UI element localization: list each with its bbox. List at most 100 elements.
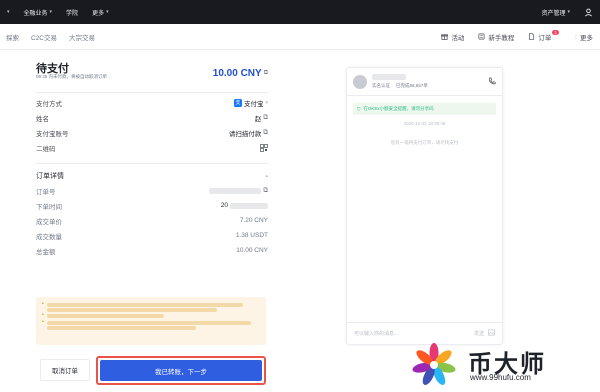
image-upload-icon[interactable] xyxy=(488,329,495,338)
trades-count: 已完成88,657单 xyxy=(396,83,428,88)
account-row: 支付宝账号 请扫描付款 ⧉ xyxy=(36,125,268,140)
nav-item-more-label: 更多 xyxy=(92,10,105,17)
alipay-icon: 支 xyxy=(233,98,242,107)
notice-line: • xyxy=(42,319,260,330)
subnav-activity[interactable]: 活动 xyxy=(434,32,471,42)
notice-line: • xyxy=(42,312,260,319)
total-value: 10.00 CNY xyxy=(236,247,268,254)
sub-nav-bar: 探索 C2C交易 大宗交易 活动 新手教程 订单 1 ⁝ 更多 xyxy=(0,24,600,50)
avatar xyxy=(353,74,367,89)
nav-item-academy[interactable]: 学院 xyxy=(59,8,85,17)
subnav-orders-label: 订单 xyxy=(538,34,552,42)
order-amount: 10.00 CNY xyxy=(212,68,262,79)
flower-logo-icon xyxy=(412,343,456,385)
chat-system-message: 您有一笔待支付订单，请尽快支付 xyxy=(390,140,459,145)
shield-icon: ⛉ xyxy=(357,106,361,112)
order-time-row: 下单时间 20 xyxy=(36,198,268,213)
total-label: 总金额 xyxy=(36,248,56,256)
quantity-label: 成交数量 xyxy=(36,233,62,241)
nav-asset-management-label: 资产管理 xyxy=(541,10,566,17)
order-panel: 待支付 09:35 内未付款，将被自动取消订单 10.00 CNY ⧉ 支付方式… xyxy=(36,60,268,258)
cancel-order-button[interactable]: 取消订单 xyxy=(40,359,90,381)
nav-item-academy-label: 学院 xyxy=(66,10,79,17)
orders-badge: 1 xyxy=(552,30,559,35)
gift-icon xyxy=(441,34,449,40)
book-icon xyxy=(478,33,485,40)
order-icon xyxy=(529,33,535,40)
payment-method-label: 支付方式 xyxy=(36,100,62,108)
subnav-tutorial[interactable]: 新手教程 xyxy=(471,32,521,42)
send-button[interactable]: 发送 xyxy=(474,330,484,337)
chat-panel: 实名认证 已完成88,657单 ⛉ 在OKEx小额安全提醒，请勿分享码 2020… xyxy=(346,67,503,345)
chat-timestamp: 2020-12-03 18:39:49 xyxy=(403,121,446,126)
copy-icon[interactable]: ⧉ xyxy=(264,70,268,77)
nav-asset-management[interactable]: 资产管理 ▾ xyxy=(534,8,577,17)
copy-icon[interactable]: ⧉ xyxy=(263,114,268,122)
order-time-value: 20 xyxy=(220,202,228,209)
unit-price-row: 成交单价 7.20 CNY xyxy=(36,213,268,228)
order-no-blurred xyxy=(209,187,262,194)
chevron-down-icon: ▾ xyxy=(7,9,10,15)
phone-icon[interactable] xyxy=(488,77,496,87)
watermark-url: www.99hufu.com xyxy=(470,373,531,382)
subnav-orders[interactable]: 订单 1 xyxy=(521,30,568,42)
chevron-up-icon: ▴ xyxy=(265,172,268,179)
subnav-more-label: 更多 xyxy=(580,34,593,42)
subnav-block-trade[interactable]: 大宗交易 xyxy=(63,32,101,42)
order-no-label: 订单号 xyxy=(36,188,56,196)
countdown-timer: 09:35 内未付款，将被自动取消订单 xyxy=(36,74,108,79)
confirm-transfer-button[interactable]: 我已转账，下一步 xyxy=(100,360,262,381)
subnav-c2c[interactable]: C2C交易 xyxy=(25,32,63,42)
subnav-explore[interactable]: 探索 xyxy=(0,32,25,42)
watermark-logo: 币大师 www.99hufu.com xyxy=(410,340,590,390)
name-label: 姓名 xyxy=(36,115,49,123)
merchant-name-blurred xyxy=(372,74,406,80)
payment-method-row: 支付方式 支 支付宝 ▾ xyxy=(36,95,268,110)
payment-method-value: 支付宝 xyxy=(243,100,264,108)
divider-icon: ⁝ xyxy=(574,33,577,41)
chevron-down-icon: ▾ xyxy=(265,99,268,106)
divider xyxy=(36,163,268,164)
nav-item-finance[interactable]: 全融业务 ▾ xyxy=(17,8,60,17)
order-time-blurred xyxy=(230,202,268,209)
notice-line: • xyxy=(42,301,260,312)
total-row: 总金额 10.00 CNY xyxy=(36,243,268,258)
subnav-more[interactable]: ⁝ 更多 xyxy=(568,32,600,42)
name-row: 姓名 赵 ⧉ xyxy=(36,110,268,125)
chevron-down-icon: ▾ xyxy=(567,9,570,15)
name-value: 赵 xyxy=(254,115,262,123)
quantity-value: 1.38 USDT xyxy=(235,232,268,239)
user-icon[interactable] xyxy=(577,8,600,17)
divider xyxy=(36,92,268,93)
qr-label: 二维码 xyxy=(36,145,56,153)
order-time-label: 下单时间 xyxy=(36,203,62,211)
quantity-row: 成交数量 1.38 USDT xyxy=(36,228,268,243)
qr-code-icon[interactable] xyxy=(260,143,268,152)
unit-price-label: 成交单价 xyxy=(36,218,62,226)
nav-item-more[interactable]: 更多 ▾ xyxy=(85,8,116,17)
details-title: 订单详情 xyxy=(36,172,64,180)
nav-item-finance-label: 全融业务 xyxy=(23,10,48,17)
chat-header: 实名认证 已完成88,657单 xyxy=(347,68,502,96)
account-value: 请扫描付款 xyxy=(228,130,262,138)
warning-notice: • • • xyxy=(36,297,266,345)
confirm-button-highlight: 我已转账，下一步 xyxy=(96,356,266,385)
chevron-down-icon: ▾ xyxy=(49,9,53,15)
verified-badge: 实名认证 xyxy=(372,83,390,88)
unit-price-value: 7.20 CNY xyxy=(239,217,268,224)
payment-method-select[interactable]: 支 支付宝 ▾ xyxy=(233,98,268,108)
subnav-tutorial-label: 新手教程 xyxy=(488,34,515,42)
system-security-notice: ⛉ 在OKEx小额安全提醒，请勿分享码 xyxy=(353,103,496,115)
chat-input[interactable]: 可以输入你的消息... xyxy=(354,330,474,337)
chevron-down-icon: ▾ xyxy=(106,9,109,15)
subnav-activity-label: 活动 xyxy=(451,34,465,42)
copy-icon[interactable]: ⧉ xyxy=(263,187,268,195)
nav-caret-left[interactable]: ▾ xyxy=(0,9,17,15)
order-no-row: 订单号 ⧉ xyxy=(36,183,268,198)
system-security-text: 在OKEx小额安全提醒，请勿分享码 xyxy=(363,106,434,111)
details-header[interactable]: 订单详情 ▴ xyxy=(36,168,268,183)
copy-icon[interactable]: ⧉ xyxy=(263,129,268,137)
account-label: 支付宝账号 xyxy=(36,130,69,138)
qr-row: 二维码 xyxy=(36,140,268,155)
top-nav-bar: ▾ 全融业务 ▾ 学院 更多 ▾ 资产管理 ▾ xyxy=(0,0,600,24)
